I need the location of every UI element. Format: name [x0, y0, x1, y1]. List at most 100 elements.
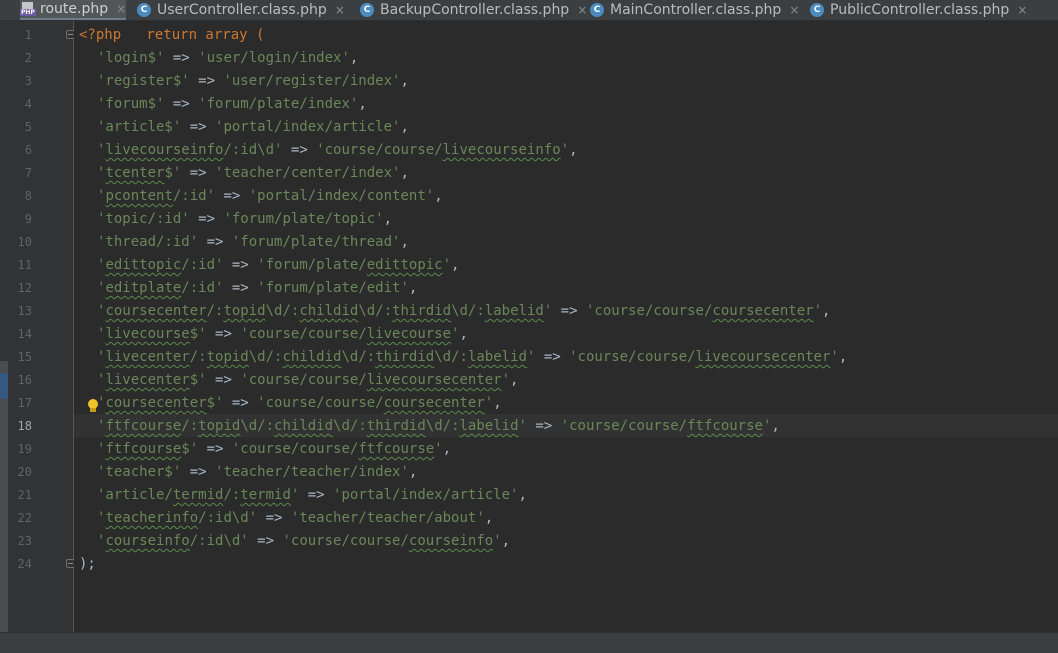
code-string: \d/: [240, 418, 275, 434]
tab-label: PublicController.class.php [830, 2, 1010, 18]
code-string: topid [223, 303, 266, 319]
close-icon[interactable]: × [335, 3, 345, 17]
code-operator: , [434, 188, 443, 204]
line-number: 20 [17, 465, 32, 479]
code-line[interactable]: 'login$' => 'user/login/index', [97, 47, 358, 70]
code-operator: => [181, 464, 216, 480]
tab-backupcontroller-class-php[interactable]: C BackupController.class.php × [360, 0, 587, 20]
code-string: pcontent [105, 188, 173, 204]
line-number: 19 [17, 442, 32, 456]
code-line[interactable]: 'topic/:id' => 'forum/plate/topic', [97, 208, 392, 231]
code-line[interactable]: 'thread/:id' => 'forum/plate/thread', [97, 231, 409, 254]
code-line[interactable]: 'teacher$' => 'teacher/teacher/index', [97, 461, 417, 484]
class-c-icon: C [137, 3, 151, 17]
code-line[interactable]: 'register$' => 'user/register/index', [97, 70, 409, 93]
code-operator: , [459, 326, 468, 342]
code-line[interactable]: 'pcontent/:id' => 'portal/index/content'… [97, 185, 443, 208]
code-string: courseinfo [105, 533, 190, 549]
tab-maincontroller-class-php[interactable]: C MainController.class.php × [590, 0, 799, 20]
code-string: ftfcourse [358, 441, 435, 457]
code-string: $' [189, 372, 207, 388]
code-line[interactable]: 'editplate/:id' => 'forum/plate/edit', [97, 277, 417, 300]
code-string: $' [189, 326, 207, 342]
line-number: 15 [17, 350, 32, 364]
code-operator: => [299, 487, 334, 503]
close-icon[interactable]: × [116, 2, 126, 16]
code-string: \d/: [248, 349, 283, 365]
code-operator: => [223, 395, 258, 411]
class-c-icon: C [360, 3, 374, 17]
code-line[interactable]: 'livecenter/:topid\d/:childid\d/:thirdid… [97, 346, 847, 369]
code-string: 'article$' [97, 119, 182, 135]
line-number: 18 [17, 419, 32, 433]
line-number: 5 [24, 120, 32, 134]
tab-label: MainController.class.php [610, 2, 782, 18]
code-line[interactable]: 'coursecenter/:topid\d/:childid\d/:third… [97, 300, 830, 323]
code-string: 'portal/index/content' [248, 188, 435, 204]
line-number: 22 [17, 511, 32, 525]
code-string: livecourseinfo [105, 142, 224, 158]
code-operator: => [181, 165, 216, 181]
code-operator: , [451, 257, 460, 273]
code-string: \d/: [451, 303, 485, 319]
code-string: edittopic [105, 257, 182, 273]
code-operator: => [181, 119, 216, 135]
code-line[interactable]: 'ftfcourse/:topid\d/:childid\d/:thirdid\… [97, 415, 780, 438]
code-string: 'forum/plate/edit' [257, 280, 409, 296]
code-string: labelid [484, 303, 544, 319]
code-line[interactable]: 'edittopic/:id' => 'forum/plate/edittopi… [97, 254, 459, 277]
code-line[interactable]: 'livecourseinfo/:id\d' => 'course/course… [97, 139, 578, 162]
code-string: teacherinfo [105, 510, 199, 526]
code-operator: , [838, 349, 848, 365]
line-number: 11 [17, 258, 32, 272]
code-string: coursecenter [105, 303, 207, 319]
code-string: topid [206, 349, 249, 365]
code-line[interactable]: 'ftfcourse$' => 'course/course/ftfcourse… [97, 438, 451, 461]
code-operator: => [223, 280, 258, 296]
code-string: coursecenter [712, 303, 814, 319]
code-string: ' [518, 418, 527, 434]
code-string: 'forum$' [97, 96, 165, 112]
code-line[interactable]: 'forum$' => 'forum/plate/index', [97, 93, 367, 116]
code-operator: , [400, 234, 409, 250]
close-icon[interactable]: × [1017, 3, 1027, 17]
line-number: 1 [24, 28, 32, 42]
code-keyword: <?php return array ( [79, 27, 265, 43]
code-operator: , [569, 142, 578, 158]
code-line[interactable]: 'teacherinfo/:id\d' => 'teacher/teacher/… [97, 507, 493, 530]
code-string: $' [164, 165, 182, 181]
lightbulb-icon[interactable] [87, 399, 99, 413]
code-line[interactable]: 'article$' => 'portal/index/article', [97, 116, 409, 139]
code-string: /: [206, 303, 224, 319]
code-operator: , [510, 372, 519, 388]
code-string: ' [560, 142, 570, 158]
code-string: \d/: [358, 303, 393, 319]
code-line[interactable]: 'article/termid/:termid' => 'portal/inde… [97, 484, 527, 507]
code-line[interactable]: ' livecenter$' => 'course/course/livecour… [97, 369, 518, 392]
code-operator: => [198, 234, 232, 250]
close-icon[interactable]: × [577, 3, 587, 17]
code-string: 'user/register/index' [223, 73, 401, 89]
code-string: 'course/course/ [560, 418, 688, 434]
tab-route-php[interactable]: PHP route.php × [20, 0, 127, 20]
code-operator: => [526, 418, 561, 434]
tab-label: BackupController.class.php [380, 2, 570, 18]
code-line[interactable]: 'tcenter$' => 'teacher/center/index', [97, 162, 409, 185]
close-icon[interactable]: × [789, 3, 799, 17]
code-line[interactable]: ); [79, 553, 96, 576]
tab-usercontroller-class-php[interactable]: C UserController.class.php × [137, 0, 345, 20]
code-operator: , [518, 487, 527, 503]
code-line[interactable]: <?php return array ( [79, 24, 264, 47]
tab-publiccontroller-class-php[interactable]: C PublicController.class.php × [810, 0, 1027, 20]
code-line[interactable]: 'coursecenter$' => 'course/course/course… [97, 392, 502, 415]
code-string: /:id\d' [198, 510, 258, 526]
code-string: 'course/course/ [240, 326, 367, 342]
code-string: ftfcourse [687, 418, 763, 434]
code-operator: , [349, 50, 359, 66]
code-line[interactable]: 'livecourse$' => 'course/course/livecour… [97, 323, 468, 346]
code-operator: => [248, 533, 283, 549]
line-number-gutter: 1 2 3 4 5 6 7 8 9 10 11 12 13 14 15 16 17 18 19 20 21 22 23 24 [0, 21, 74, 651]
code-string: $' [206, 395, 224, 411]
code-operator: , [400, 165, 409, 181]
code-line[interactable]: 'courseinfo/:id\d' => 'course/course/cou… [97, 530, 510, 553]
